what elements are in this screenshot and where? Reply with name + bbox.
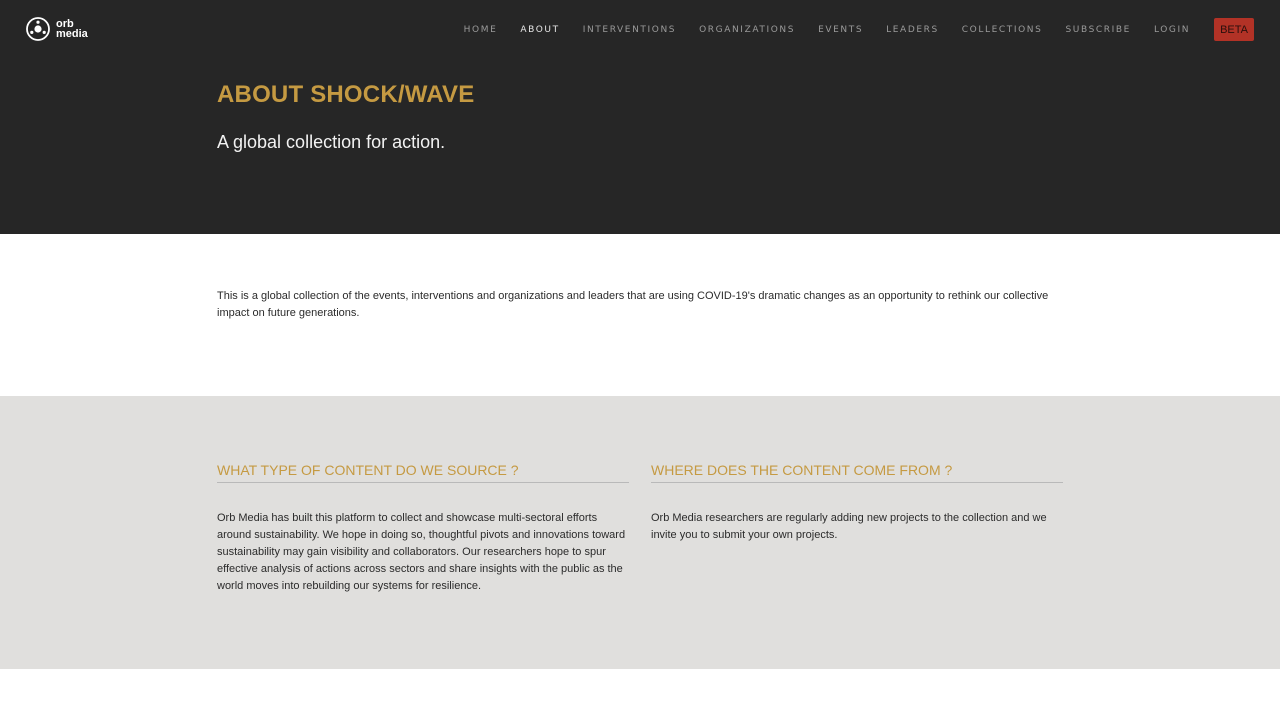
content-type-column: WHAT TYPE OF CONTENT DO WE SOURCE ? Orb …	[217, 462, 629, 595]
orb-media-logo[interactable]: orb media	[25, 16, 88, 42]
nav-events[interactable]: EVENTS	[818, 25, 863, 35]
nav-interventions[interactable]: INTERVENTIONS	[583, 25, 676, 35]
page-subtitle: A global collection for action.	[217, 132, 446, 152]
nav-subscribe[interactable]: SUBSCRIBE	[1065, 25, 1130, 35]
nav-login[interactable]: LOGIN	[1154, 25, 1190, 35]
beta-badge: BETA	[1214, 18, 1254, 41]
orb-logo-icon	[26, 17, 50, 41]
logo-word-media: media	[56, 28, 88, 40]
nav-leaders[interactable]: LEADERS	[886, 25, 939, 35]
nav-about[interactable]: ABOUT	[520, 25, 559, 35]
content-source-heading: WHERE DOES THE CONTENT COME FROM ?	[651, 462, 1063, 483]
page-title: ABOUT SHOCK/WAVE	[217, 81, 475, 108]
hero-section: orb media HOME ABOUT INTERVENTIONS ORGAN…	[0, 0, 1280, 234]
content-source-body: Orb Media researchers are regularly addi…	[651, 512, 1047, 541]
content-source-column: WHERE DOES THE CONTENT COME FROM ? Orb M…	[651, 462, 1063, 544]
logo-wordmark: orb media	[56, 19, 88, 40]
nav-collections[interactable]: COLLECTIONS	[962, 25, 1043, 35]
nav-home[interactable]: HOME	[464, 25, 498, 35]
nav-organizations[interactable]: ORGANIZATIONS	[699, 25, 795, 35]
content-type-heading: WHAT TYPE OF CONTENT DO WE SOURCE ?	[217, 462, 629, 483]
info-section	[0, 396, 1280, 669]
main-nav: HOME ABOUT INTERVENTIONS ORGANIZATIONS E…	[441, 18, 1254, 41]
content-type-body: Orb Media has built this platform to col…	[217, 512, 626, 592]
intro-paragraph: This is a global collection of the event…	[217, 290, 1049, 319]
